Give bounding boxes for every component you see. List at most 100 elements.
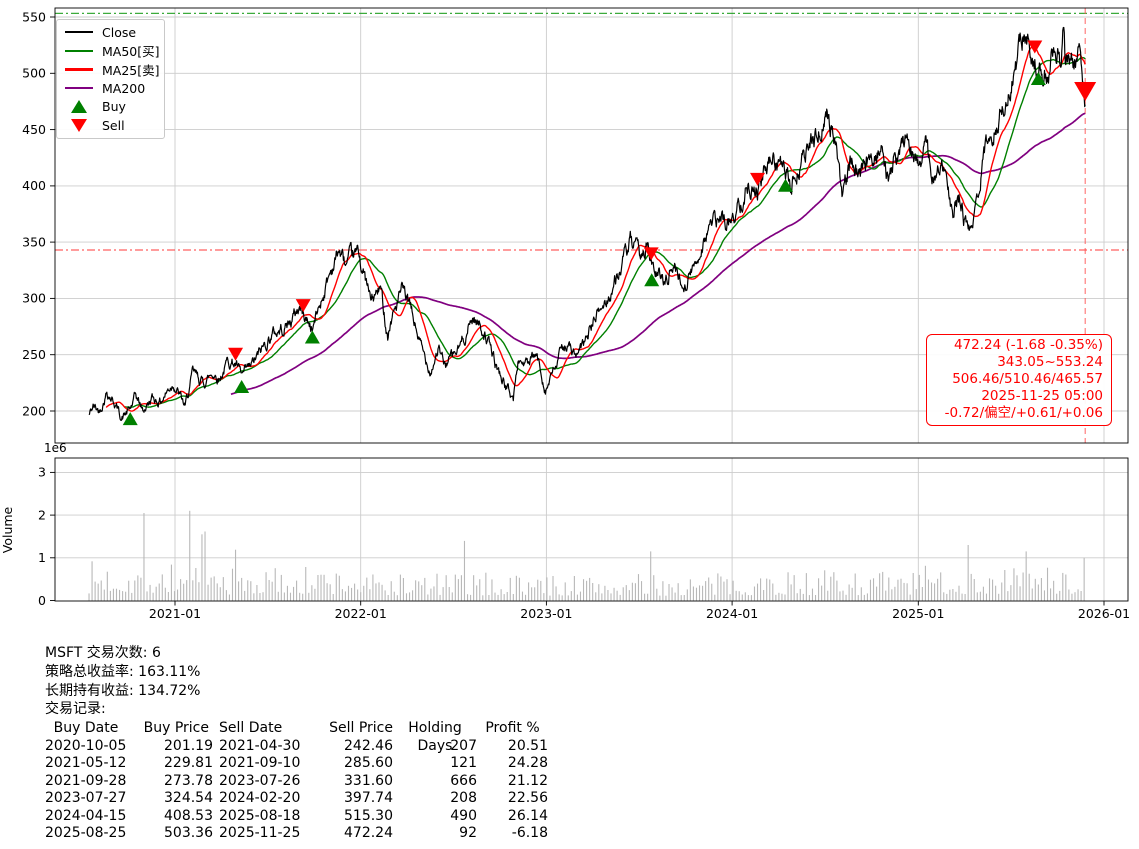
volume-bar <box>1026 551 1027 600</box>
volume-bar <box>455 575 456 601</box>
cell-buy-price: 408.53 <box>127 808 213 826</box>
volume-bar <box>333 594 334 601</box>
volume-bar <box>864 595 865 601</box>
volume-bar <box>204 532 205 601</box>
volume-bar <box>980 592 981 601</box>
volume-bar <box>907 583 908 600</box>
volume-bar <box>528 582 529 600</box>
volume-bar <box>250 581 251 600</box>
annotation-price-change: 472.24 (-1.68 -0.35%) <box>935 337 1103 354</box>
volume-bar <box>131 593 132 601</box>
volume-bar <box>177 590 178 601</box>
trade-table: Buy Date Buy Price Sell Date Sell Price … <box>45 720 548 843</box>
volume-bar <box>391 581 392 600</box>
volume-bar <box>546 577 547 600</box>
volume-bar <box>104 590 105 601</box>
volume-bar <box>904 583 905 601</box>
volume-bar <box>809 595 810 600</box>
legend-line-swatch <box>64 87 94 89</box>
volume-bar <box>968 545 969 601</box>
x-tick-label: 2022-01 <box>335 606 387 621</box>
volume-bar <box>311 585 312 600</box>
volume-bar <box>885 591 886 601</box>
volume-bar <box>119 590 120 601</box>
buy-triangle-icon <box>71 100 87 113</box>
volume-bar <box>971 574 972 601</box>
strategy-return-line: 策略总收益率: 163.11% <box>45 663 548 682</box>
volume-bar <box>516 576 517 601</box>
volume-bar <box>336 574 337 601</box>
volume-bar <box>186 580 187 600</box>
legend-label: MA25[卖] <box>102 60 160 79</box>
volume-bar <box>958 586 959 601</box>
volume-bar <box>1053 581 1054 601</box>
volume-bar <box>781 594 782 601</box>
volume-bar <box>440 595 441 601</box>
volume-bar <box>223 577 224 600</box>
buy-hold-return-line: 长期持有收益: 134.72% <box>45 682 548 701</box>
volume-bar <box>1029 574 1030 601</box>
volume-bar <box>861 587 862 600</box>
volume-bar <box>858 595 859 600</box>
volume-bar <box>1035 579 1036 601</box>
volume-bar <box>339 576 340 601</box>
volume-bar <box>372 575 373 601</box>
volume-bar <box>1074 592 1075 600</box>
x-tick-label: 2023-01 <box>520 606 572 621</box>
y-tick-label: 550 <box>22 9 46 24</box>
volume-bar <box>836 581 837 601</box>
volume-bar <box>992 580 993 601</box>
volume-bar <box>775 595 776 601</box>
volume-bar <box>140 578 141 601</box>
cell-buy-price: 503.36 <box>127 825 213 843</box>
volume-bar <box>876 587 877 601</box>
volume-bar <box>189 511 190 601</box>
volume-bar <box>849 585 850 601</box>
volume-bar <box>943 592 944 600</box>
legend-entry-ma25-: MA25[卖] <box>64 60 162 79</box>
volume-bar <box>174 591 175 600</box>
cell-sell-date: 2023-07-26 <box>213 773 304 791</box>
buy-marker <box>305 330 320 343</box>
volume-bar <box>882 572 883 601</box>
volume-bar <box>821 586 822 601</box>
volume-bar <box>623 587 624 600</box>
cell-sell-price: 472.24 <box>304 825 393 843</box>
volume-bar <box>632 583 633 601</box>
volume-bar <box>696 588 697 601</box>
volume-bar <box>125 592 126 601</box>
volume-bar <box>134 581 135 601</box>
cell-sell-price: 515.30 <box>304 808 393 826</box>
volume-bar <box>143 513 144 601</box>
trade-row: 2021-09-28273.782023-07-26331.6066621.12 <box>45 773 548 791</box>
volume-bar <box>986 594 987 601</box>
volume-bar <box>827 591 828 601</box>
volume-bar <box>501 589 502 600</box>
volume-y-tick-label: 3 <box>38 465 46 480</box>
volume-bar <box>702 586 703 601</box>
volume-bar <box>394 592 395 601</box>
y-tick-label: 450 <box>22 122 46 137</box>
volume-bar <box>427 595 428 601</box>
volume-bar <box>580 592 581 601</box>
volume-bar <box>375 583 376 600</box>
volume-bar <box>672 587 673 600</box>
volume-bar <box>192 580 193 600</box>
volume-bar <box>519 578 520 601</box>
y-tick-label: 400 <box>22 178 46 193</box>
volume-bar <box>1038 585 1039 601</box>
legend-label: MA200 <box>102 81 145 96</box>
volume-bar <box>754 587 755 601</box>
volume-bar <box>259 593 260 601</box>
volume-bar <box>1059 591 1060 601</box>
volume-bar <box>647 594 648 601</box>
annotation-ma-values: 506.46/510.46/465.57 <box>935 371 1103 388</box>
legend-line-swatch <box>64 50 94 52</box>
volume-bar <box>324 575 325 601</box>
volume-bar <box>604 586 605 601</box>
legend-entry-sell: Sell <box>64 116 162 135</box>
y-tick-label: 500 <box>22 66 46 81</box>
volume-bar <box>150 585 151 601</box>
volume-bar <box>577 595 578 601</box>
trade-count-line: MSFT 交易次数: 6 <box>45 644 548 663</box>
